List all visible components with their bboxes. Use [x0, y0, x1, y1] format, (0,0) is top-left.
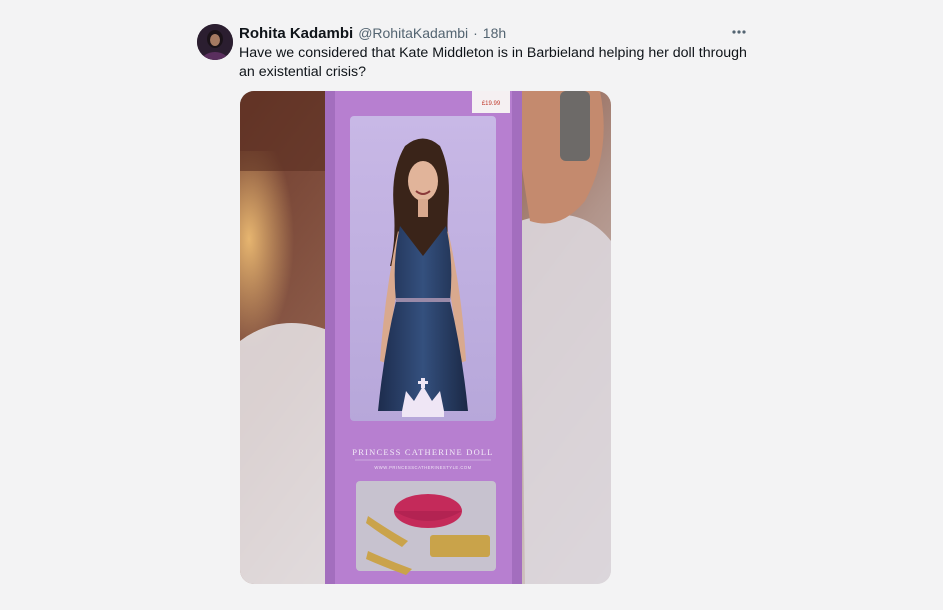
shirt-right	[520, 214, 611, 584]
box-url: WWW.PRINCESSCATHERINESTYLE.COM	[374, 465, 471, 470]
tweet-text: Have we considered that Kate Middleton i…	[239, 45, 747, 80]
doll-box: PRINCESS CATHERINE DOLL WWW.PRINCESSCATH…	[325, 91, 522, 584]
shirt-sleeve-left	[240, 323, 335, 584]
author-name[interactable]: Rohita Kadambi	[239, 25, 353, 42]
tweet-photo[interactable]: PRINCESS CATHERINE DOLL WWW.PRINCESSCATH…	[240, 91, 611, 584]
tweet-header: Rohita Kadambi @RohitaKadambi · 18h	[239, 25, 506, 43]
wristwatch	[560, 91, 590, 161]
tweet-timestamp[interactable]: 18h	[483, 25, 506, 41]
price-tag: £19.99	[482, 101, 501, 107]
avatar-portrait	[197, 24, 233, 60]
author-avatar[interactable]	[197, 24, 233, 60]
gold-clutch	[430, 535, 490, 557]
tweet-card[interactable]: Rohita Kadambi @RohitaKadambi · 18h Have…	[0, 0, 943, 610]
meta-separator: ·	[473, 25, 478, 41]
box-title: PRINCESS CATHERINE DOLL	[352, 447, 493, 457]
more-horizontal-icon[interactable]	[728, 24, 750, 40]
doll-box-photo: PRINCESS CATHERINE DOLL WWW.PRINCESSCATH…	[240, 91, 611, 584]
author-handle[interactable]: @RohitaKadambi	[358, 25, 468, 41]
